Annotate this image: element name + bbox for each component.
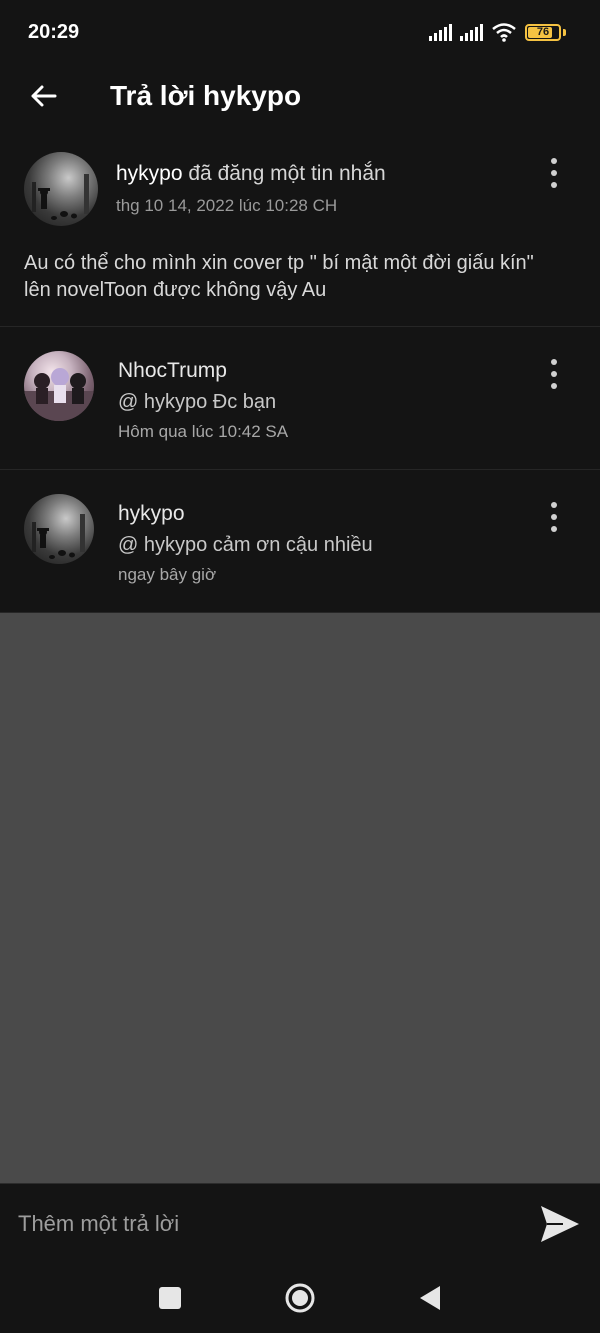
circle-icon — [285, 1283, 315, 1313]
battery-tip — [563, 28, 566, 36]
signal-icon — [460, 23, 483, 41]
original-post: hykypo đã đăng một tin nhắn thg 10 14, 2… — [0, 128, 600, 327]
nav-home-button[interactable] — [284, 1282, 316, 1314]
reply-text: @ hykypo Đc bạn — [118, 391, 277, 413]
avatar[interactable] — [24, 152, 98, 226]
arrow-left-icon — [31, 85, 57, 107]
avatar-image — [24, 368, 94, 421]
empty-area — [0, 621, 600, 1183]
avatar[interactable] — [24, 494, 94, 564]
reply-meta: hykypo @ hykypo cảm ơn cậu nhiều ngay bâ… — [118, 494, 373, 588]
more-vertical-icon — [551, 502, 557, 508]
battery-level: 76 — [536, 26, 550, 38]
system-nav-bar — [0, 1263, 600, 1333]
reply-composer — [0, 1183, 600, 1263]
wifi-icon — [492, 23, 516, 42]
back-button[interactable] — [26, 79, 60, 113]
page-title: Trả lời hykypo — [110, 80, 302, 111]
square-icon — [159, 1287, 181, 1309]
nav-recents-button[interactable] — [154, 1282, 186, 1314]
reply-author[interactable]: NhocTrump — [118, 359, 288, 383]
reply-more-button[interactable] — [542, 359, 566, 389]
signal-icon — [429, 23, 452, 41]
reply-input[interactable] — [18, 1199, 538, 1248]
battery-icon: 76 — [525, 23, 561, 41]
post-date: thg 10 14, 2022 lúc 10:28 CH — [116, 196, 338, 215]
reply-time: ngay bây giờ — [118, 565, 217, 584]
reply-time: Hôm qua lúc 10:42 SA — [118, 422, 289, 441]
send-button[interactable] — [538, 1202, 582, 1246]
app-bar: Trả lời hykypo — [0, 64, 600, 128]
post-header: hykypo đã đăng một tin nhắn thg 10 14, 2… — [24, 152, 576, 226]
more-vertical-icon — [551, 359, 557, 365]
reply-item: hykypo @ hykypo cảm ơn cậu nhiều ngay bâ… — [0, 470, 600, 613]
triangle-back-icon — [420, 1286, 440, 1310]
top-area: 20:29 76 Trả lời hykypo hykypo đã đăng m… — [0, 0, 600, 613]
avatar-image — [32, 174, 89, 220]
post-headline: hykypo đã đăng một tin nhắn — [116, 162, 386, 186]
status-icons: 76 — [429, 22, 566, 42]
status-time: 20:29 — [28, 20, 80, 43]
post-username[interactable]: hykypo — [116, 162, 183, 185]
post-meta: hykypo đã đăng một tin nhắn thg 10 14, 2… — [116, 152, 386, 226]
reply-more-button[interactable] — [542, 502, 566, 532]
status-bar: 20:29 76 — [0, 0, 600, 64]
post-action: đã đăng một tin nhắn — [182, 162, 386, 185]
send-icon — [541, 1205, 579, 1242]
post-more-button[interactable] — [542, 158, 566, 188]
avatar[interactable] — [24, 351, 94, 421]
reply-item: NhocTrump @ hykypo Đc bạn Hôm qua lúc 10… — [0, 327, 600, 470]
avatar-image — [32, 514, 85, 559]
post-body: Au có thể cho mình xin cover tp " bí mật… — [24, 252, 534, 301]
reply-author[interactable]: hykypo — [118, 502, 373, 526]
reply-meta: NhocTrump @ hykypo Đc bạn Hôm qua lúc 10… — [118, 351, 288, 445]
nav-back-button[interactable] — [414, 1282, 446, 1314]
reply-text: @ hykypo cảm ơn cậu nhiều — [118, 534, 373, 556]
more-vertical-icon — [551, 158, 557, 164]
